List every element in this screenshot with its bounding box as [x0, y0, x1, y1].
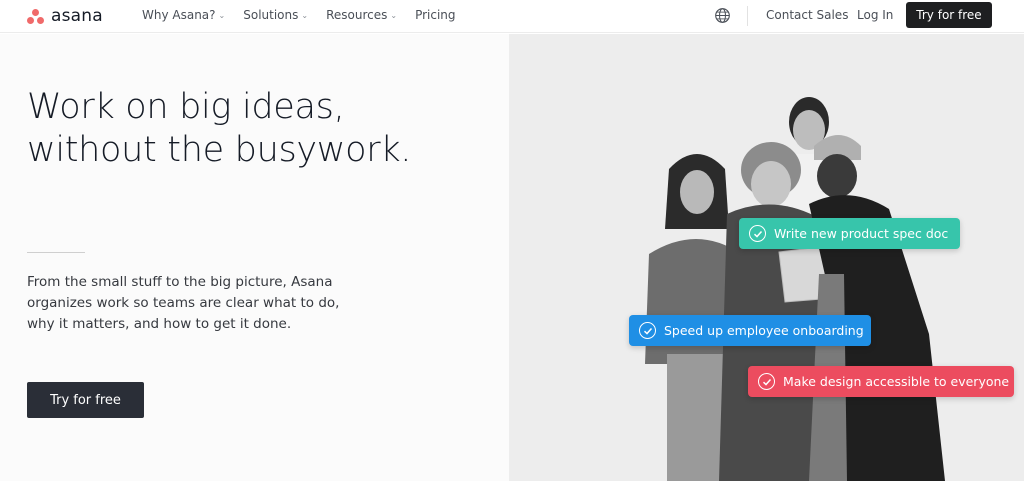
nav-item-label: Why Asana? [142, 8, 216, 22]
team-photo-image [509, 34, 1024, 481]
hero-headline-line: without the busywork. [27, 130, 412, 170]
hero-text-panel: Work on big ideas, without the busywork.… [0, 34, 509, 481]
task-label: Write new product spec doc [774, 226, 949, 241]
contact-sales-link[interactable]: Contact Sales [766, 8, 848, 22]
chevron-down-icon: ⌄ [301, 10, 309, 20]
globe-icon[interactable] [714, 7, 731, 24]
task-label: Speed up employee onboarding [664, 323, 864, 338]
task-chip-employee-onboarding: Speed up employee onboarding [629, 315, 871, 346]
check-circle-icon [758, 373, 775, 390]
nav-item-why-asana[interactable]: Why Asana? ⌄ [142, 8, 225, 22]
check-circle-icon [749, 225, 766, 242]
check-circle-icon [639, 322, 656, 339]
hero-headline: Work on big ideas, without the busywork. [27, 86, 497, 172]
hero-image-panel: Write new product spec doc Speed up empl… [509, 34, 1024, 481]
hero-divider [27, 252, 85, 253]
task-label: Make design accessible to everyone [783, 374, 1010, 389]
asana-logo-icon [27, 8, 44, 24]
nav-item-label: Pricing [415, 8, 456, 22]
hero-headline-line: Work on big ideas, [27, 87, 345, 127]
nav-item-solutions[interactable]: Solutions ⌄ [243, 8, 308, 22]
chevron-down-icon: ⌄ [218, 10, 226, 20]
chevron-down-icon: ⌄ [390, 10, 398, 20]
brand-name: asana [51, 6, 103, 26]
asana-logo[interactable]: asana [27, 6, 103, 26]
task-chip-design-accessible: Make design accessible to everyone [748, 366, 1014, 397]
top-nav: asana Why Asana? ⌄ Solutions ⌄ Resources… [0, 0, 1024, 33]
log-in-link[interactable]: Log In [857, 8, 893, 22]
nav-divider [747, 6, 748, 26]
hero-subtext-line: why it matters, and how to get it done. [27, 316, 292, 332]
nav-menu: Why Asana? ⌄ Solutions ⌄ Resources ⌄ Pri… [142, 8, 474, 22]
nav-item-pricing[interactable]: Pricing [415, 8, 455, 22]
nav-try-for-free-button[interactable]: Try for free [906, 2, 992, 28]
nav-item-label: Resources [326, 8, 388, 22]
nav-item-resources[interactable]: Resources ⌄ [326, 8, 397, 22]
hero-subtext: From the small stuff to the big picture,… [27, 272, 347, 335]
task-chip-product-spec: Write new product spec doc [739, 218, 960, 249]
nav-item-label: Solutions [243, 8, 299, 22]
hero-try-for-free-button[interactable]: Try for free [27, 382, 144, 418]
hero-subtext-line: organizes work so teams are clear what t… [27, 295, 340, 311]
hero-subtext-line: From the small stuff to the big picture,… [27, 274, 333, 290]
